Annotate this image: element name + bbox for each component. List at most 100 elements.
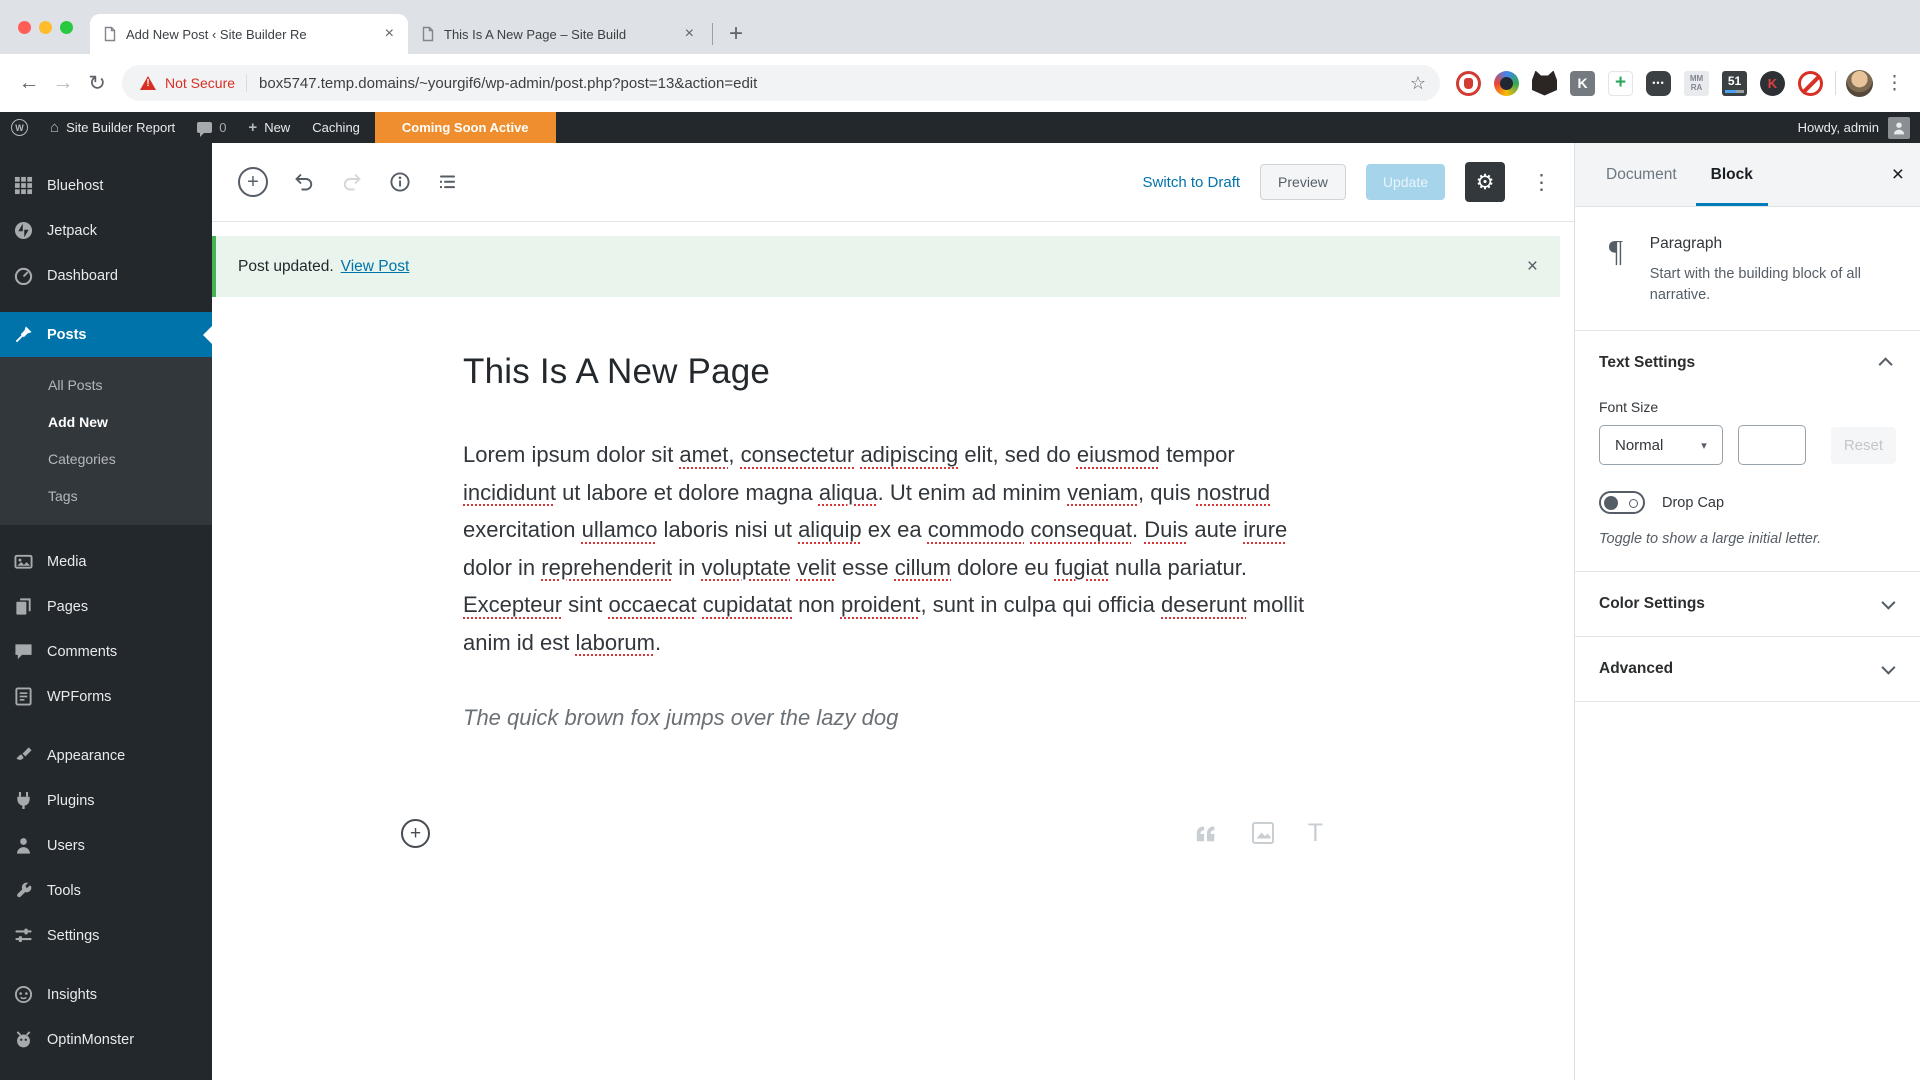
sidebar-item-pages[interactable]: Pages bbox=[0, 584, 212, 629]
sidebar-item-optinmonster[interactable]: OptinMonster bbox=[0, 1017, 212, 1062]
tools-icon bbox=[13, 880, 34, 901]
block-card-title: Paragraph bbox=[1649, 235, 1723, 252]
ext-stop-hand-icon[interactable] bbox=[1456, 70, 1481, 96]
text-settings-header[interactable]: Text Settings bbox=[1575, 331, 1920, 395]
coming-soon-badge[interactable]: Coming Soon Active bbox=[374, 112, 556, 143]
update-button[interactable]: Update bbox=[1365, 164, 1445, 200]
sidebar-item-dashboard[interactable]: Dashboard bbox=[0, 253, 212, 298]
sidebar-item-appearance[interactable]: Appearance bbox=[0, 733, 212, 778]
redo-icon[interactable] bbox=[340, 170, 364, 194]
bookmark-star-icon[interactable]: ☆ bbox=[1410, 73, 1426, 94]
tab-add-new-post[interactable]: Add New Post ‹ Site Builder Re × bbox=[90, 14, 408, 54]
sidebar-subitem-add-new[interactable]: Add New bbox=[0, 403, 212, 440]
new-content-menu[interactable]: + New bbox=[237, 112, 301, 143]
close-sidebar-icon[interactable]: × bbox=[1892, 163, 1904, 187]
editor-actions: Switch to Draft Preview Update ⚙ ⋮ bbox=[1143, 162, 1558, 202]
close-tab-icon[interactable]: × bbox=[683, 26, 696, 42]
sidebar-item-plugins[interactable]: Plugins bbox=[0, 778, 212, 823]
misspelled-word: laborum bbox=[575, 629, 655, 655]
sidebar-subitem-tags[interactable]: Tags bbox=[0, 477, 212, 514]
post-title[interactable]: This Is A New Page bbox=[463, 352, 1323, 392]
close-tab-icon[interactable]: × bbox=[383, 26, 396, 42]
add-block-button[interactable]: + bbox=[401, 818, 430, 848]
settings-gear-button[interactable]: ⚙ bbox=[1465, 162, 1505, 202]
block-appender: + T bbox=[401, 813, 1323, 853]
pages-icon bbox=[13, 596, 34, 617]
browser-toolbar: ← → ↻ Not Secure box5747.temp.domains/~y… bbox=[0, 54, 1920, 112]
ext-green-plus-icon[interactable]: + bbox=[1608, 70, 1633, 96]
sidebar-item-label: Insights bbox=[47, 986, 97, 1003]
image-block-icon[interactable] bbox=[1250, 820, 1276, 846]
back-icon[interactable]: ← bbox=[12, 71, 46, 95]
misspelled-word: commodo bbox=[927, 517, 1025, 542]
tab-document[interactable]: Document bbox=[1591, 143, 1692, 206]
color-settings-header[interactable]: Color Settings bbox=[1575, 572, 1920, 636]
quote-block-icon[interactable] bbox=[1194, 821, 1218, 845]
not-secure-label[interactable]: Not Secure bbox=[165, 75, 235, 91]
ext-blocked-icon[interactable] bbox=[1798, 70, 1823, 96]
ext-k-square-icon[interactable]: K bbox=[1570, 70, 1595, 96]
undo-icon[interactable] bbox=[292, 170, 316, 194]
sidebar-item-bluehost[interactable]: Bluehost bbox=[0, 163, 212, 208]
sidebar-item-label: Appearance bbox=[47, 747, 126, 764]
toolbar-divider bbox=[1835, 71, 1836, 95]
sidebar-item-settings[interactable]: Settings bbox=[0, 913, 212, 958]
comments-menu[interactable]: 0 bbox=[186, 112, 237, 143]
ext-color-wheel-icon[interactable] bbox=[1494, 70, 1519, 96]
dashboard-icon bbox=[13, 265, 34, 286]
url-text[interactable]: box5747.temp.domains/~yourgif6/wp-admin/… bbox=[259, 75, 1400, 92]
editor-tools: + bbox=[238, 167, 460, 197]
misspelled-word: deserunt bbox=[1161, 592, 1247, 617]
sidebar-item-media[interactable]: Media bbox=[0, 539, 212, 584]
bluehost-icon bbox=[13, 175, 34, 196]
advanced-header[interactable]: Advanced bbox=[1575, 637, 1920, 701]
content-structure-icon[interactable] bbox=[388, 170, 412, 194]
reload-icon[interactable]: ↻ bbox=[80, 71, 114, 96]
block-navigation-icon[interactable] bbox=[436, 170, 460, 194]
font-size-custom-input[interactable] bbox=[1737, 425, 1806, 466]
ext-dots-icon[interactable]: ••• bbox=[1646, 70, 1671, 96]
site-name-menu[interactable]: ⌂ Site Builder Report bbox=[39, 112, 186, 143]
sidebar-item-wpforms[interactable]: WPForms bbox=[0, 674, 212, 719]
sidebar-subitem-categories[interactable]: Categories bbox=[0, 440, 212, 477]
caching-menu[interactable]: Caching bbox=[301, 112, 371, 143]
block-inserter-button[interactable]: + bbox=[238, 167, 268, 197]
sidebar-item-tools[interactable]: Tools bbox=[0, 868, 212, 913]
view-post-link[interactable]: View Post bbox=[341, 258, 410, 276]
switch-to-draft-link[interactable]: Switch to Draft bbox=[1143, 174, 1241, 191]
sidebar-subitem-all-posts[interactable]: All Posts bbox=[0, 366, 212, 403]
forward-icon[interactable]: → bbox=[46, 71, 80, 95]
heading-block-icon[interactable]: T bbox=[1308, 819, 1323, 848]
dismiss-notice-icon[interactable]: × bbox=[1527, 256, 1538, 278]
close-window-button[interactable] bbox=[18, 21, 31, 34]
chevron-down-icon bbox=[1881, 595, 1896, 610]
post-paragraph[interactable]: Lorem ipsum dolor sit amet, consectetur … bbox=[463, 436, 1323, 661]
browser-profile-avatar[interactable] bbox=[1846, 69, 1873, 97]
browser-menu-icon[interactable]: ⋮ bbox=[1885, 72, 1904, 95]
tab-block[interactable]: Block bbox=[1695, 143, 1768, 206]
ext-k-circle-icon[interactable]: K bbox=[1760, 70, 1785, 96]
post-quote-paragraph[interactable]: The quick brown fox jumps over the lazy … bbox=[463, 705, 1323, 731]
ext-cat-icon[interactable] bbox=[1532, 70, 1557, 96]
my-account-menu[interactable]: Howdy, admin bbox=[1798, 116, 1920, 139]
minimize-window-button[interactable] bbox=[39, 21, 52, 34]
ext-51-icon[interactable]: 51 bbox=[1722, 70, 1747, 96]
font-size-reset-button[interactable]: Reset bbox=[1830, 426, 1896, 464]
misspelled-word: fugiat bbox=[1054, 554, 1109, 580]
address-bar[interactable]: Not Secure box5747.temp.domains/~yourgif… bbox=[122, 65, 1440, 101]
font-size-select[interactable]: Normal ▾ bbox=[1599, 425, 1723, 466]
editor-canvas[interactable]: This Is A New Page Lorem ipsum dolor sit… bbox=[212, 297, 1574, 1080]
maximize-window-button[interactable] bbox=[60, 21, 73, 34]
tab-new-page-preview[interactable]: This Is A New Page – Site Build × bbox=[408, 14, 708, 54]
wp-logo-menu[interactable]: W bbox=[0, 112, 39, 143]
sidebar-item-comments[interactable]: Comments bbox=[0, 629, 212, 674]
new-tab-button[interactable]: + bbox=[729, 22, 743, 46]
sidebar-item-insights[interactable]: Insights bbox=[0, 972, 212, 1017]
sidebar-item-posts[interactable]: Posts bbox=[0, 312, 212, 357]
more-options-icon[interactable]: ⋮ bbox=[1525, 170, 1558, 195]
preview-button[interactable]: Preview bbox=[1260, 164, 1346, 200]
ext-mmra-icon[interactable]: MM RA bbox=[1684, 70, 1709, 96]
drop-cap-toggle[interactable] bbox=[1599, 491, 1645, 515]
sidebar-item-jetpack[interactable]: Jetpack bbox=[0, 208, 212, 253]
sidebar-item-users[interactable]: Users bbox=[0, 823, 212, 868]
